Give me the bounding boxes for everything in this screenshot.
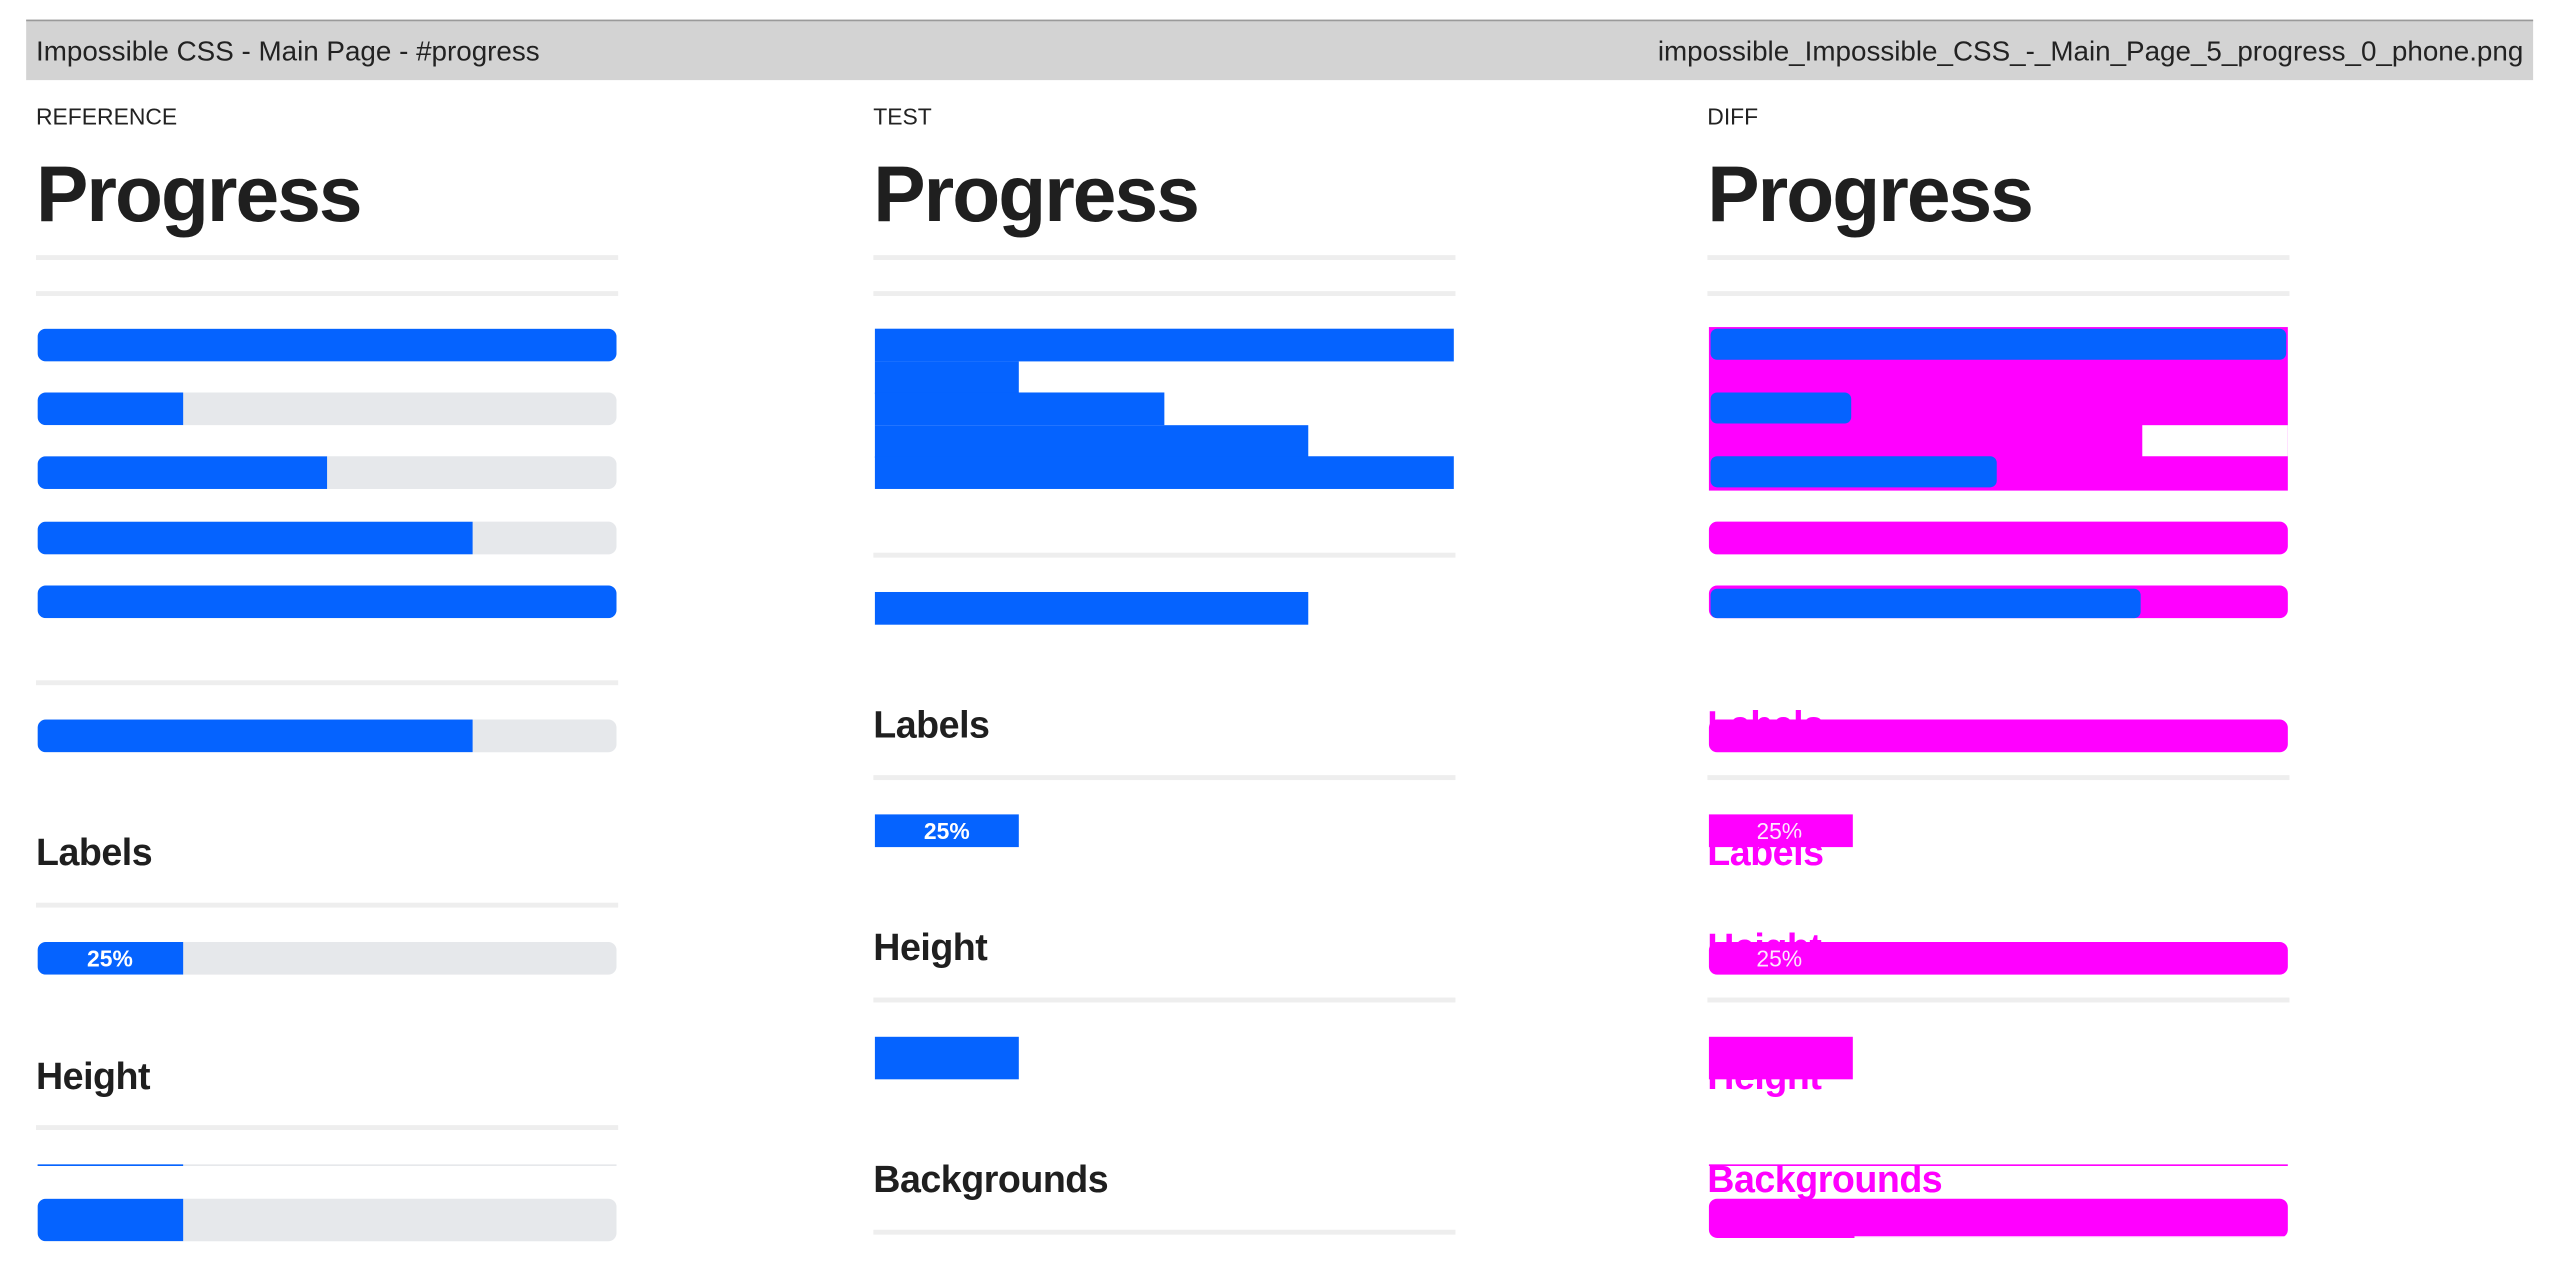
diff-line: [1854, 1236, 2288, 1238]
diff-bar: [1710, 392, 1852, 424]
diff-bar: [1708, 1198, 2288, 1238]
diff-line: [1708, 1164, 2288, 1166]
divider: [1707, 775, 2290, 781]
divider: [35, 902, 619, 908]
progress-track: [37, 1198, 617, 1242]
diff-gap: [2142, 425, 2288, 457]
progress-bar: [37, 392, 183, 426]
progress-bar: [874, 425, 1309, 458]
progress-track: [37, 328, 617, 362]
thin-progress-track: [37, 1164, 617, 1166]
divider: [873, 997, 1456, 1003]
reference-panel: Progress Labels 25% Height: [35, 147, 657, 1261]
progress-bar: [37, 521, 472, 555]
diff-bar: [1710, 328, 2287, 360]
section-heading-height: Height: [873, 925, 988, 969]
diff-text-height: Height: [1707, 1054, 1822, 1098]
progress-bar: [874, 1036, 1019, 1080]
window-filename: impossible_Impossible_CSS_-_Main_Page_5_…: [1657, 35, 2524, 68]
page-title: Progress: [873, 152, 1200, 239]
progress-bar: [37, 719, 472, 753]
diff-ghost-label: 25%: [1756, 945, 1803, 972]
divider: [35, 255, 619, 261]
diff-bar: [1708, 719, 2288, 753]
divider: [35, 1125, 619, 1131]
progress-bar-label: 25%: [87, 945, 133, 972]
progress-bar: [37, 585, 617, 619]
window-titlebar: Impossible CSS - Main Page - #progress i…: [26, 19, 2534, 81]
progress-bar: [874, 361, 1019, 395]
reference-column-label: REFERENCE: [35, 103, 178, 130]
divider: [1707, 255, 2290, 261]
progress-track: [37, 585, 617, 619]
section-heading-height: Height: [35, 1054, 151, 1098]
window-title: Impossible CSS - Main Page - #progress: [35, 35, 540, 68]
progress-track: [37, 392, 617, 426]
progress-bar: [37, 456, 328, 489]
page-title: Progress: [35, 152, 363, 239]
progress-track: 25%: [37, 941, 617, 975]
diff-panel: Progress Labels 25% Labels Height 25% He…: [1707, 147, 2328, 1261]
page-title: Progress: [1707, 152, 2034, 239]
diff-bar: [1708, 521, 2288, 555]
progress-track: [37, 456, 617, 489]
divider: [1707, 291, 2290, 296]
diff-text-backgrounds: Backgrounds: [1707, 1157, 1943, 1201]
diff-column-label: DIFF: [1707, 103, 1759, 130]
progress-bar: [874, 591, 1309, 625]
progress-bar: [37, 1164, 183, 1166]
progress-track: [37, 521, 617, 555]
progress-bar-label: 25%: [874, 814, 1019, 848]
divider: [1707, 997, 2290, 1003]
test-column-label: TEST: [873, 103, 932, 130]
progress-bar: [874, 328, 1454, 362]
test-panel: Progress Labels 25% Height Backgrounds: [873, 147, 1494, 1261]
section-heading-labels: Labels: [35, 830, 153, 874]
diff-bar: [1710, 456, 1997, 488]
divider: [873, 255, 1456, 261]
progress-bar: [874, 456, 1454, 489]
progress-track: [37, 719, 617, 753]
section-heading-backgrounds: Backgrounds: [873, 1157, 1109, 1201]
divider: [873, 775, 1456, 781]
divider: [873, 291, 1456, 296]
diff-text-labels: Labels: [1707, 830, 1824, 874]
divider: [873, 552, 1456, 558]
progress-bar: [874, 392, 1165, 426]
divider: [35, 291, 619, 296]
progress-bar: [37, 1198, 183, 1242]
section-heading-labels: Labels: [873, 703, 990, 746]
divider: [873, 1229, 1456, 1235]
divider: [35, 680, 619, 686]
progress-bar: [37, 328, 617, 362]
diff-bar: [1710, 588, 2141, 619]
